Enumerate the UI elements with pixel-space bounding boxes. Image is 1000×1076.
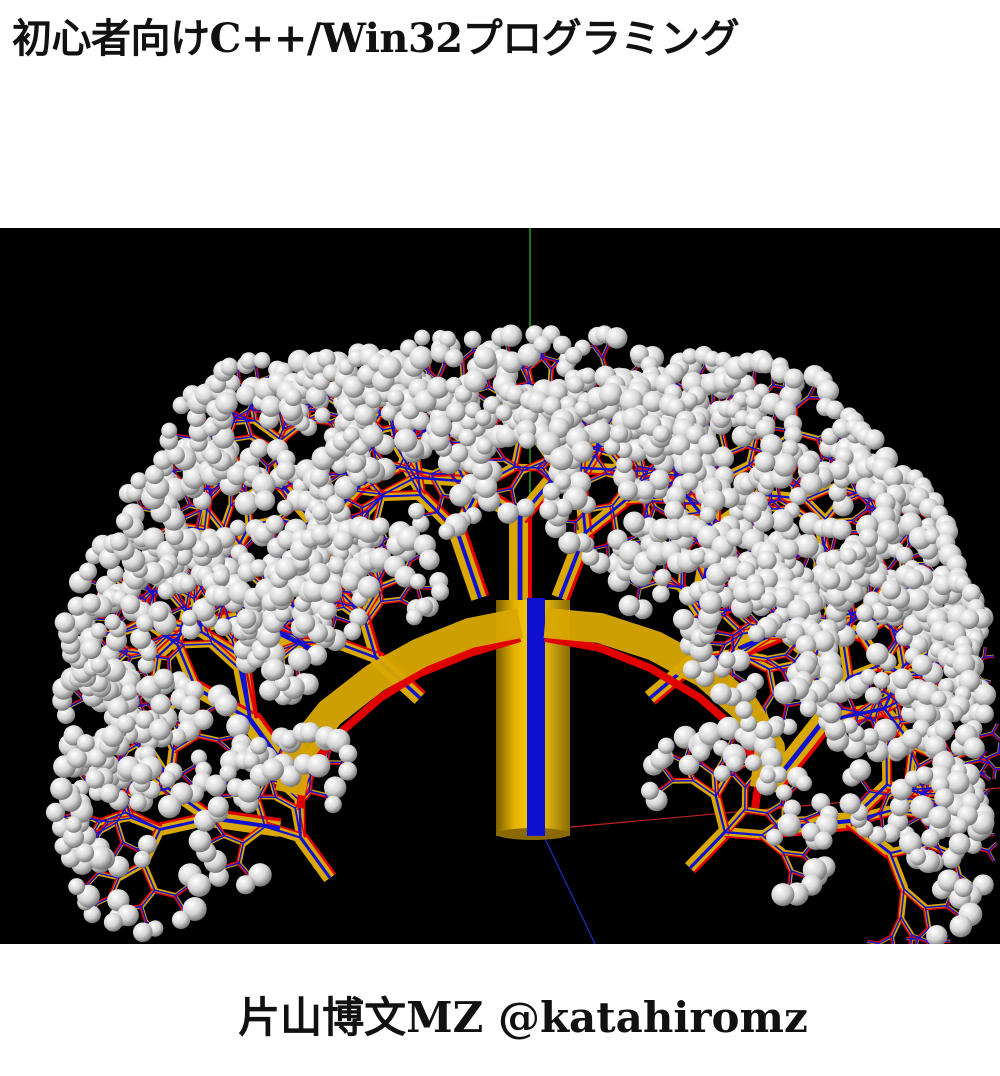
- fractal-tree-render: [0, 228, 1000, 944]
- branch-edge: [310, 774, 314, 792]
- branch-edge: [709, 640, 726, 644]
- cover-illustration: [0, 228, 1000, 944]
- book-title: 初心者向けC++/Win32プログラミング: [12, 15, 740, 62]
